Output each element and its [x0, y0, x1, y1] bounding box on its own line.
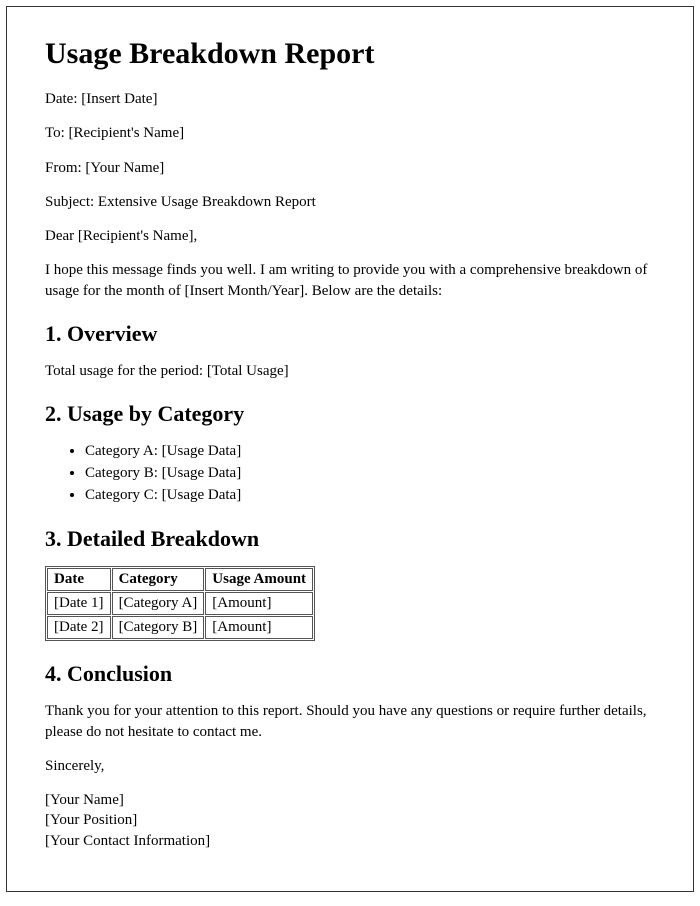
table-header: Category — [112, 568, 205, 591]
section-detailed-heading: 3. Detailed Breakdown — [45, 526, 655, 552]
meta-from: From: [Your Name] — [45, 158, 655, 178]
table-header: Date — [47, 568, 111, 591]
breakdown-table: Date Category Usage Amount [Date 1] [Cat… — [45, 566, 315, 641]
list-item: Category C: [Usage Data] — [85, 485, 655, 507]
table-row: [Date 1] [Category A] [Amount] — [47, 592, 313, 615]
meta-date: Date: [Insert Date] — [45, 89, 655, 109]
overview-text: Total usage for the period: [Total Usage… — [45, 361, 655, 381]
intro-paragraph: I hope this message finds you well. I am… — [45, 260, 655, 301]
table-header: Usage Amount — [205, 568, 313, 591]
list-item: Category A: [Usage Data] — [85, 441, 655, 463]
list-item: Category B: [Usage Data] — [85, 463, 655, 485]
meta-subject: Subject: Extensive Usage Breakdown Repor… — [45, 192, 655, 212]
conclusion-text: Thank you for your attention to this rep… — [45, 701, 655, 742]
meta-to: To: [Recipient's Name] — [45, 123, 655, 143]
signature-name: [Your Name] — [45, 790, 655, 810]
table-cell: [Amount] — [205, 592, 313, 615]
table-cell: [Amount] — [205, 616, 313, 639]
table-header-row: Date Category Usage Amount — [47, 568, 313, 591]
table-cell: [Category A] — [112, 592, 205, 615]
section-overview-heading: 1. Overview — [45, 321, 655, 347]
document-page: Usage Breakdown Report Date: [Insert Dat… — [6, 6, 694, 892]
page-title: Usage Breakdown Report — [45, 37, 655, 71]
table-cell: [Date 2] — [47, 616, 111, 639]
section-category-heading: 2. Usage by Category — [45, 401, 655, 427]
signature-contact: [Your Contact Information] — [45, 831, 655, 851]
table-row: [Date 2] [Category B] [Amount] — [47, 616, 313, 639]
table-cell: [Date 1] — [47, 592, 111, 615]
closing: Sincerely, — [45, 756, 655, 776]
section-conclusion-heading: 4. Conclusion — [45, 661, 655, 687]
signature-position: [Your Position] — [45, 810, 655, 830]
category-list: Category A: [Usage Data] Category B: [Us… — [45, 441, 655, 506]
salutation: Dear [Recipient's Name], — [45, 226, 655, 246]
table-cell: [Category B] — [112, 616, 205, 639]
